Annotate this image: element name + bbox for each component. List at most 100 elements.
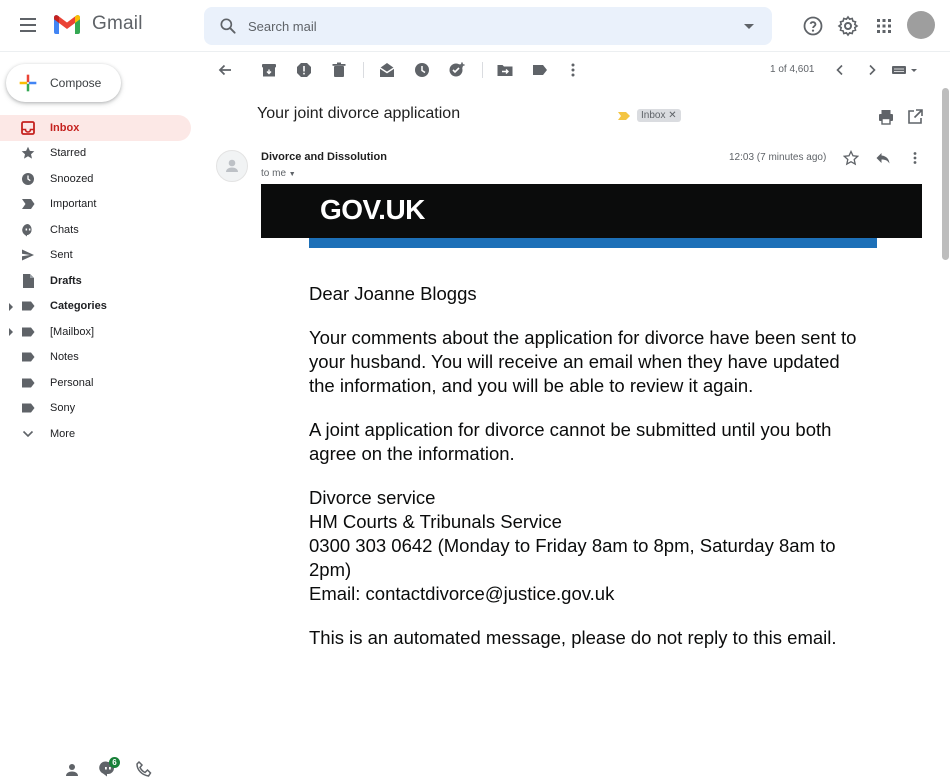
star-icon bbox=[20, 145, 36, 161]
help-icon[interactable] bbox=[801, 14, 825, 38]
label-icon bbox=[20, 400, 36, 416]
search-icon[interactable] bbox=[218, 16, 238, 36]
sidebar-item-label: Drafts bbox=[50, 274, 82, 287]
sidebar-item-chats[interactable]: Chats bbox=[0, 217, 200, 243]
expand-arrow-icon[interactable] bbox=[9, 328, 13, 336]
sidebar-item-personal[interactable]: Personal bbox=[0, 370, 200, 396]
open-new-window-icon[interactable] bbox=[906, 108, 924, 126]
pagination-text: 1 of 4,601 bbox=[770, 64, 815, 75]
expand-arrow-icon[interactable] bbox=[9, 302, 13, 311]
sidebar-item-label: Inbox bbox=[50, 121, 80, 134]
toolbar-divider bbox=[482, 62, 483, 78]
reply-icon[interactable] bbox=[875, 150, 891, 166]
sidebar-item-snoozed[interactable]: Snoozed bbox=[0, 166, 200, 192]
sidebar-item-label: Personal bbox=[50, 376, 94, 389]
person-icon bbox=[226, 159, 238, 172]
account-avatar[interactable] bbox=[907, 11, 935, 39]
chevron-right-icon[interactable] bbox=[863, 61, 881, 79]
sidebar-nav: Inbox Starred Snoozed Important Chats Se… bbox=[0, 115, 200, 447]
govuk-logo[interactable]: GOV.UK bbox=[320, 194, 425, 226]
paragraph-comments: Your comments about the application for … bbox=[309, 327, 857, 396]
draft-icon bbox=[20, 273, 36, 289]
top-bar: Gmail bbox=[0, 0, 950, 52]
signature-service: Divorce service bbox=[309, 487, 436, 508]
contacts-icon[interactable] bbox=[60, 760, 84, 778]
compose-plus-icon bbox=[19, 74, 37, 92]
greeting: Dear Joanne Bloggs bbox=[309, 283, 477, 304]
important-marker-icon[interactable] bbox=[617, 111, 631, 121]
gmail-logo[interactable]: Gmail bbox=[52, 12, 143, 36]
add-task-icon[interactable] bbox=[448, 61, 466, 79]
sidebar-item-label: Important bbox=[50, 198, 97, 211]
important-icon bbox=[20, 196, 36, 212]
remove-label-icon[interactable]: ✕ bbox=[668, 110, 676, 121]
input-tools-icon[interactable] bbox=[891, 61, 921, 79]
compose-label: Compose bbox=[50, 76, 102, 90]
app-name: Gmail bbox=[92, 13, 143, 34]
sidebar-item-label: More bbox=[50, 427, 76, 440]
sidebar-item-label: Sent bbox=[50, 249, 73, 262]
sidebar-item-mailbox[interactable]: [Mailbox] bbox=[0, 319, 200, 345]
sidebar-item-important[interactable]: Important bbox=[0, 192, 200, 218]
settings-icon[interactable] bbox=[836, 14, 860, 38]
govuk-blue-rule bbox=[309, 238, 877, 248]
sidebar-footer: 6 bbox=[60, 757, 154, 778]
scrollbar-thumb[interactable] bbox=[942, 88, 949, 260]
label-icon bbox=[20, 375, 36, 391]
recipient-text: to me bbox=[261, 168, 287, 179]
sidebar-item-starred[interactable]: Starred bbox=[0, 141, 200, 167]
toolbar-divider bbox=[363, 62, 364, 78]
signature-org: HM Courts & Tribunals Service bbox=[309, 511, 562, 532]
sidebar-item-drafts[interactable]: Drafts bbox=[0, 268, 200, 294]
send-icon bbox=[20, 247, 36, 263]
print-icon[interactable] bbox=[877, 108, 895, 126]
recipient-line[interactable]: to me ▼ bbox=[261, 168, 296, 179]
star-icon[interactable] bbox=[843, 150, 859, 166]
sender-name[interactable]: Divorce and Dissolution bbox=[261, 151, 387, 163]
email-body: Dear Joanne Bloggs Your comments about t… bbox=[309, 282, 869, 670]
snooze-icon[interactable] bbox=[413, 61, 431, 79]
apps-icon[interactable] bbox=[872, 14, 896, 38]
clock-icon bbox=[20, 171, 36, 187]
signature-email[interactable]: Email: contactdivorce@justice.gov.uk bbox=[309, 583, 614, 604]
sidebar-item-sent[interactable]: Sent bbox=[0, 243, 200, 269]
message-subject: Your joint divorce application bbox=[257, 105, 461, 122]
paragraph-joint-application: A joint application for divorce cannot b… bbox=[309, 419, 832, 464]
signature-block: Divorce service HM Courts & Tribunals Se… bbox=[309, 486, 869, 606]
chat-count-badge: 6 bbox=[109, 757, 120, 768]
mark-unread-icon[interactable] bbox=[378, 61, 396, 79]
sender-avatar[interactable] bbox=[216, 150, 248, 182]
message-more-icon[interactable] bbox=[907, 150, 923, 166]
message-timestamp: 12:03 (7 minutes ago) bbox=[729, 152, 827, 163]
search-input[interactable] bbox=[248, 7, 728, 45]
search-bar[interactable] bbox=[204, 7, 772, 45]
chevron-down-icon bbox=[20, 426, 36, 442]
recipient-details-icon[interactable]: ▼ bbox=[289, 171, 296, 178]
signature-phone: 0300 303 0642 (Monday to Friday 8am to 8… bbox=[309, 535, 836, 580]
archive-icon[interactable] bbox=[260, 61, 278, 79]
sidebar-item-label: Sony bbox=[50, 402, 76, 415]
search-options-icon[interactable] bbox=[744, 24, 754, 29]
sidebar-item-label: [Mailbox] bbox=[50, 325, 95, 338]
chat-footer-button[interactable]: 6 bbox=[98, 757, 120, 778]
inbox-label-chip[interactable]: Inbox ✕ bbox=[637, 109, 681, 122]
back-arrow-icon[interactable] bbox=[216, 61, 234, 79]
sidebar-item-label: Categories bbox=[50, 300, 107, 313]
sidebar-item-more[interactable]: More bbox=[0, 421, 200, 447]
sidebar-item-categories[interactable]: Categories bbox=[0, 294, 200, 320]
delete-icon[interactable] bbox=[330, 61, 348, 79]
more-options-icon[interactable] bbox=[564, 61, 582, 79]
sidebar-item-label: Chats bbox=[50, 223, 79, 236]
compose-button[interactable]: Compose bbox=[6, 64, 121, 102]
menu-icon[interactable] bbox=[14, 14, 42, 38]
sidebar-item-inbox[interactable]: Inbox bbox=[0, 115, 191, 141]
sidebar-item-label: Starred bbox=[50, 147, 87, 160]
move-to-icon[interactable] bbox=[496, 61, 514, 79]
labels-icon[interactable] bbox=[531, 61, 549, 79]
chevron-left-icon[interactable] bbox=[831, 61, 849, 79]
phone-icon[interactable] bbox=[134, 760, 154, 778]
automated-footer: This is an automated message, please do … bbox=[309, 627, 837, 648]
sidebar-item-sony[interactable]: Sony bbox=[0, 396, 200, 422]
report-spam-icon[interactable] bbox=[295, 61, 313, 79]
sidebar-item-notes[interactable]: Notes bbox=[0, 345, 200, 371]
